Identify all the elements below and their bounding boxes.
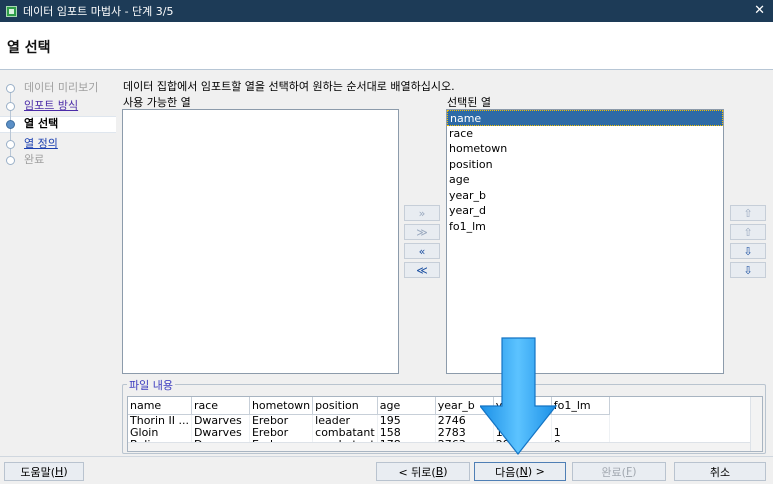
table-cell: 29 [493, 414, 552, 427]
help-mnemonic: H [55, 465, 64, 478]
finish-button[interactable]: 완료(F) [572, 462, 666, 481]
table-cell: Gloin [128, 426, 192, 439]
table-cell: 195 [377, 414, 436, 427]
cancel-button[interactable]: 취소 [674, 462, 766, 481]
next-suffix: ) > [527, 465, 545, 478]
back-button-label: < 뒤로( [398, 465, 436, 479]
help-suffix: ) [63, 465, 68, 478]
column-header[interactable]: year_d [493, 397, 552, 415]
table-cell: 158 [377, 426, 436, 439]
available-columns-label: 사용 가능한 열 [123, 96, 191, 109]
table-header-row: name race hometown position age year_b y… [128, 397, 610, 415]
step-current-dot-icon [6, 120, 15, 129]
table-cell [551, 414, 610, 427]
table-cell: leader [312, 414, 378, 427]
list-item[interactable]: name [447, 110, 723, 126]
step-data-preview: 데이터 미리보기 [24, 81, 99, 94]
file-contents-grid[interactable]: name race hometown position age year_b y… [127, 396, 763, 452]
file-contents-group: 파일 내용 name race hometown position age ye… [122, 377, 766, 454]
step-column-select: 열 선택 [24, 117, 59, 130]
move-down-button[interactable]: ⇩ [730, 243, 766, 259]
column-header[interactable]: age [377, 397, 436, 415]
add-column-button[interactable]: » [404, 205, 440, 221]
finish-button-label: 완료( [601, 465, 626, 479]
remove-all-columns-button[interactable]: ≪ [404, 262, 440, 278]
available-columns-list[interactable] [122, 109, 399, 374]
instruction-text: 데이터 집합에서 임포트할 열을 선택하여 원하는 순서대로 배열하십시오. [123, 80, 455, 93]
table-cell: Erebor [249, 414, 314, 427]
step-dot-icon [6, 140, 15, 149]
column-header[interactable]: year_b [435, 397, 494, 415]
app-icon [6, 5, 17, 17]
table-cell: 2746 [435, 414, 494, 427]
table-cell: Erebor [249, 426, 314, 439]
next-button-label: 다음( [495, 465, 520, 479]
help-button[interactable]: 도움말(H) [4, 462, 84, 481]
page-title: 열 선택 [7, 40, 51, 56]
move-top-button[interactable]: ⇧ [730, 205, 766, 221]
cancel-button-label: 취소 [709, 465, 731, 479]
table-cell: Dwarves [191, 426, 250, 439]
column-header[interactable]: name [128, 397, 192, 415]
footer-divider [0, 456, 773, 457]
table-row: Gloin Dwarves Erebor combatant 158 2783 … [128, 426, 610, 439]
remove-column-button[interactable]: « [404, 243, 440, 259]
step-dot-icon [6, 156, 15, 165]
next-button[interactable]: 다음(N) > [474, 462, 566, 481]
table-cell: 1 [551, 426, 610, 439]
step-import-method[interactable]: 임포트 방식 [24, 98, 78, 114]
selected-columns-label: 선택된 열 [447, 96, 491, 109]
move-bottom-button[interactable]: ⇩ [730, 262, 766, 278]
table-cell: Thorin II ... [128, 414, 192, 427]
column-header[interactable]: race [191, 397, 250, 415]
column-header[interactable]: hometown [249, 397, 314, 415]
back-button[interactable]: < 뒤로(B) [376, 462, 470, 481]
back-mnemonic: B [435, 465, 444, 478]
file-contents-legend: 파일 내용 [127, 377, 175, 393]
step-column-define[interactable]: 열 정의 [24, 136, 58, 152]
step-dot-icon [6, 102, 15, 111]
list-item[interactable]: fo1_lm [447, 219, 723, 235]
next-mnemonic: N [519, 465, 528, 478]
list-item[interactable]: age [447, 172, 723, 188]
back-suffix: ) [443, 465, 448, 478]
list-item[interactable]: hometown [447, 141, 723, 157]
table-cell: 2783 [435, 426, 494, 439]
column-header[interactable]: fo1_lm [551, 397, 610, 415]
list-item[interactable]: position [447, 157, 723, 173]
table-row: Thorin II ... Dwarves Erebor leader 195 … [128, 414, 610, 427]
step-dot-icon [6, 84, 15, 93]
window-title: 데이터 임포트 마법사 - 단계 3/5 [23, 5, 174, 18]
vertical-scrollbar[interactable] [750, 397, 762, 451]
finish-suffix: ) [632, 465, 637, 478]
list-item[interactable]: year_d [447, 203, 723, 219]
selected-columns-list[interactable]: name race hometown position age year_b y… [446, 109, 724, 374]
list-item[interactable]: race [447, 126, 723, 142]
move-up-button[interactable]: ⇧ [730, 224, 766, 240]
list-item[interactable]: year_b [447, 188, 723, 204]
close-icon[interactable]: ✕ [754, 3, 765, 18]
title-bar: 데이터 임포트 마법사 - 단계 3/5 ✕ [0, 0, 773, 22]
column-header[interactable]: position [312, 397, 378, 415]
step-finish: 완료 [24, 153, 45, 166]
table-cell: Dwarves [191, 414, 250, 427]
table-cell: 15 [493, 426, 552, 439]
add-all-columns-button[interactable]: ≫ [404, 224, 440, 240]
help-button-label: 도움말( [20, 465, 56, 479]
horizontal-scrollbar[interactable] [128, 442, 750, 451]
wizard-steps: 데이터 미리보기 임포트 방식 열 선택 열 정의 완료 [0, 78, 116, 452]
wizard-header: 열 선택 [0, 22, 773, 70]
table-cell: combatant [312, 426, 378, 439]
